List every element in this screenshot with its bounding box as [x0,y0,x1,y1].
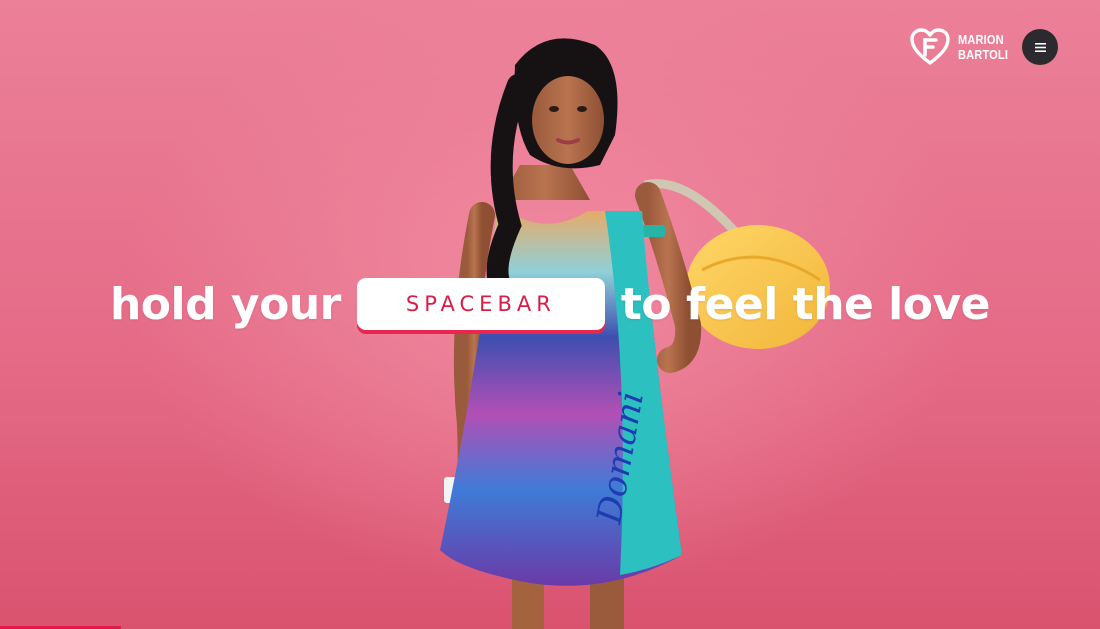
brand-name-line1: MARION [958,32,1004,47]
brand-name: MARION BARTOLI [958,32,1008,62]
brand-name-line2: BARTOLI [958,47,1009,62]
headline-after: to feel the love [620,278,991,330]
hamburger-menu-icon [1034,42,1046,52]
menu-button[interactable] [1022,29,1058,65]
heart-f-logo-icon [910,28,950,65]
brand-logo[interactable]: MARION BARTOLI [910,28,1017,66]
spacebar-key[interactable]: SPACEBAR [356,278,605,330]
headline-before: hold your [109,278,341,330]
spacebar-key-label: SPACEBAR [405,292,556,316]
hero-section: Domani MARION BARTOLI hold your SPACEBAR… [0,0,1100,629]
headline: hold your SPACEBAR to feel the love [0,278,1100,330]
